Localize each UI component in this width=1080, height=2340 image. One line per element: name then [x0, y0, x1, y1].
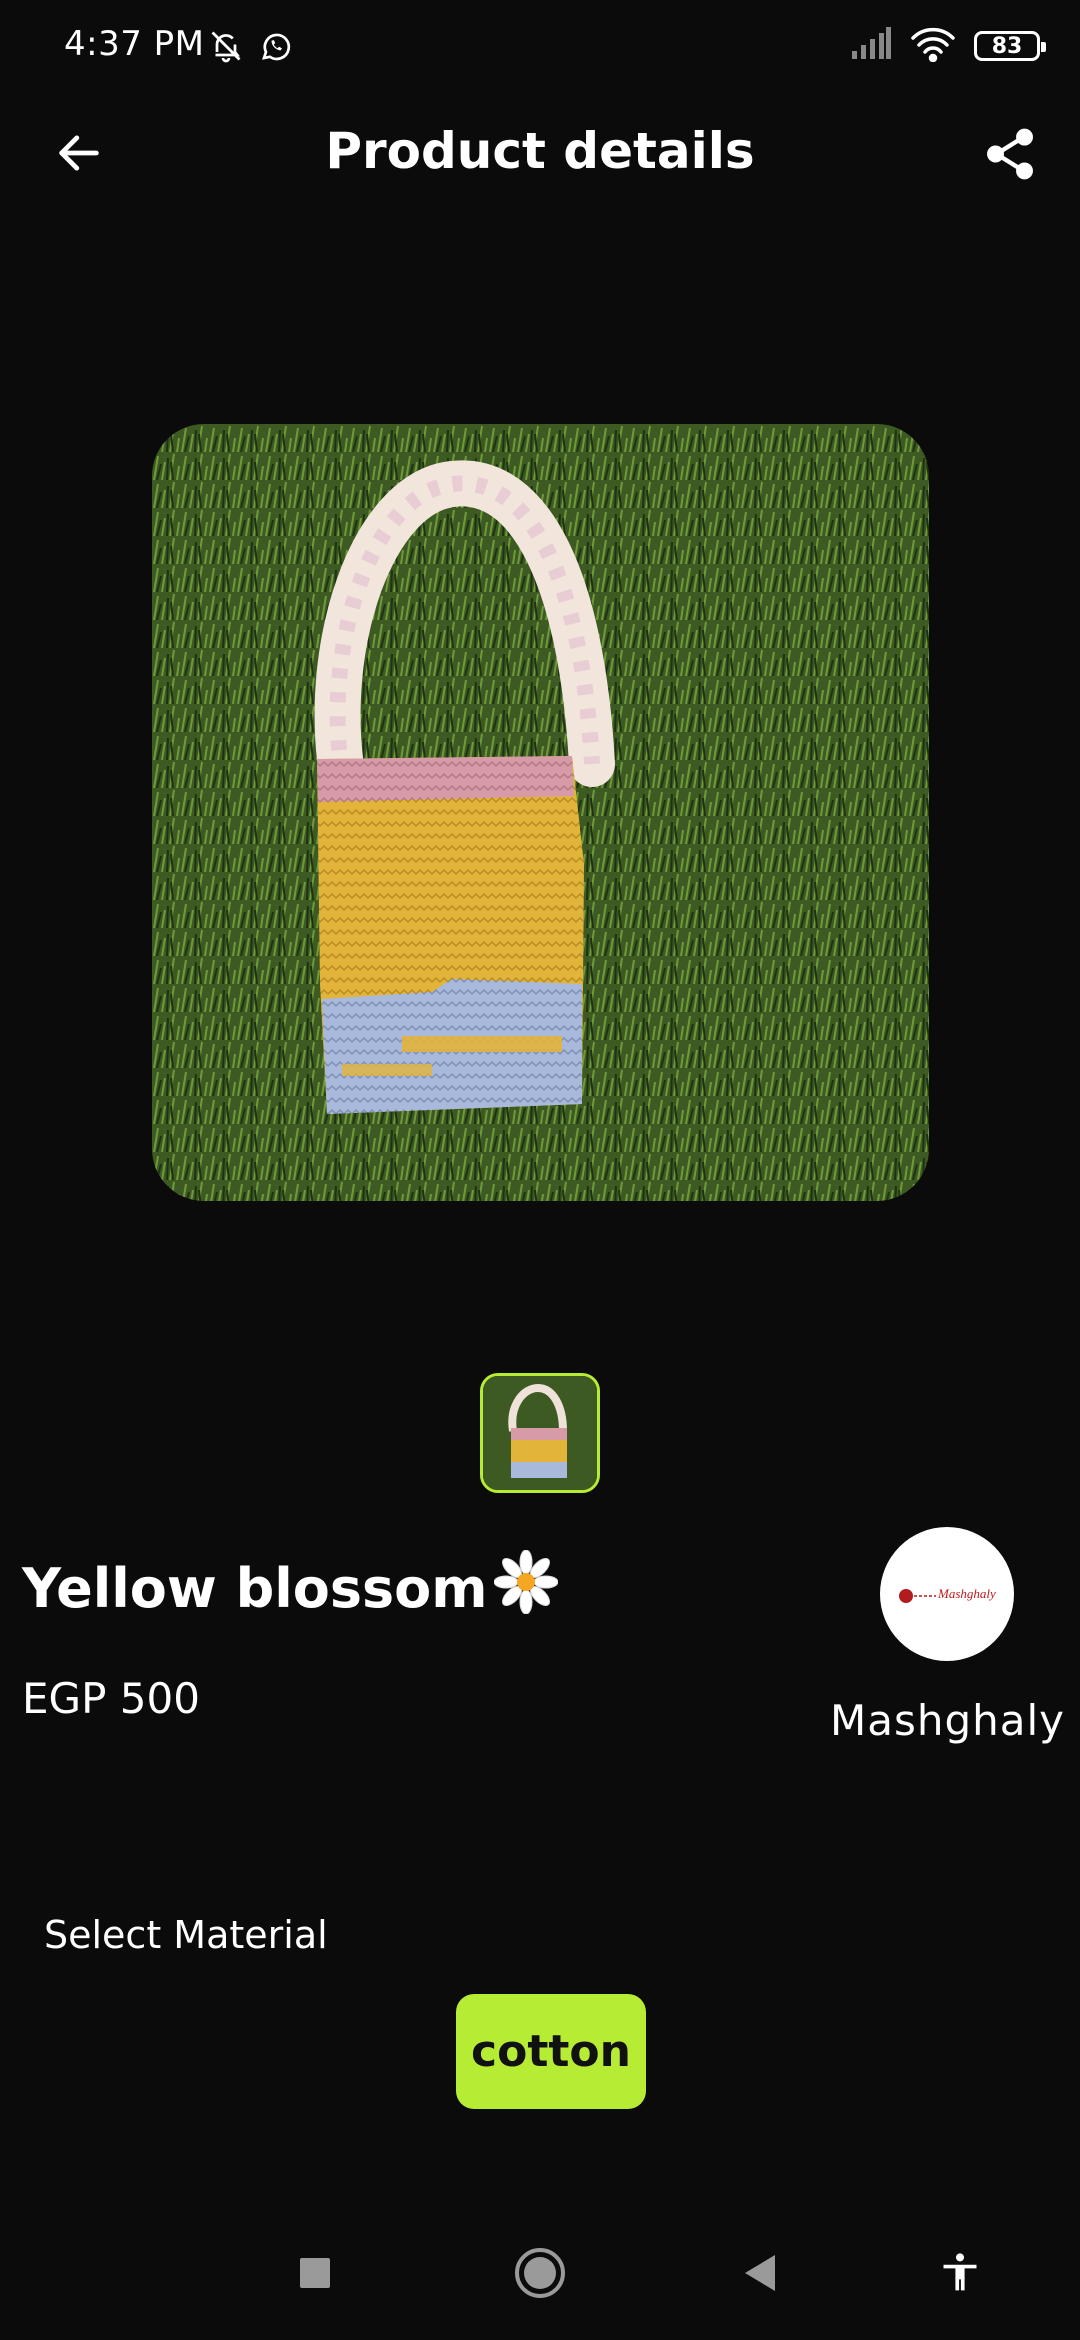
circle-home-icon — [513, 2246, 567, 2304]
signal-icon — [850, 27, 892, 65]
whatsapp-icon — [258, 28, 294, 68]
battery-level: 83 — [991, 33, 1023, 59]
share-icon — [981, 125, 1039, 187]
bell-off-icon — [208, 28, 244, 68]
seller-logo-text: Mashghaly — [937, 1586, 996, 1601]
material-chip-cotton[interactable]: cotton — [456, 1994, 646, 2109]
status-left-icons — [208, 28, 294, 68]
accessibility-button[interactable] — [925, 2240, 995, 2310]
seller-avatar[interactable]: Mashghaly — [880, 1527, 1014, 1661]
product-image[interactable] — [152, 424, 929, 1201]
material-chip-label: cotton — [471, 2026, 631, 2077]
accessibility-icon — [938, 2251, 982, 2299]
status-right-icons: 83 — [850, 26, 1046, 66]
home-button[interactable] — [505, 2240, 575, 2310]
product-name-text: Yellow blossom — [22, 1557, 488, 1620]
status-time: 4:37 PM — [64, 24, 205, 64]
select-material-label: Select Material — [44, 1913, 328, 1957]
page-title: Product details — [325, 122, 755, 180]
share-button[interactable] — [970, 116, 1050, 196]
product-thumbnail[interactable] — [480, 1373, 600, 1493]
product-name: Yellow blossom — [22, 1549, 558, 1627]
triangle-back-icon — [741, 2253, 779, 2297]
wifi-icon — [910, 26, 956, 66]
product-price: EGP 500 — [22, 1674, 200, 1723]
flower-emoji-icon — [493, 1549, 558, 1627]
system-back-button[interactable] — [725, 2240, 795, 2310]
battery-icon: 83 — [974, 31, 1046, 61]
seller-name[interactable]: Mashghaly — [830, 1696, 1064, 1745]
square-icon — [298, 2256, 332, 2294]
recents-button[interactable] — [280, 2240, 350, 2310]
